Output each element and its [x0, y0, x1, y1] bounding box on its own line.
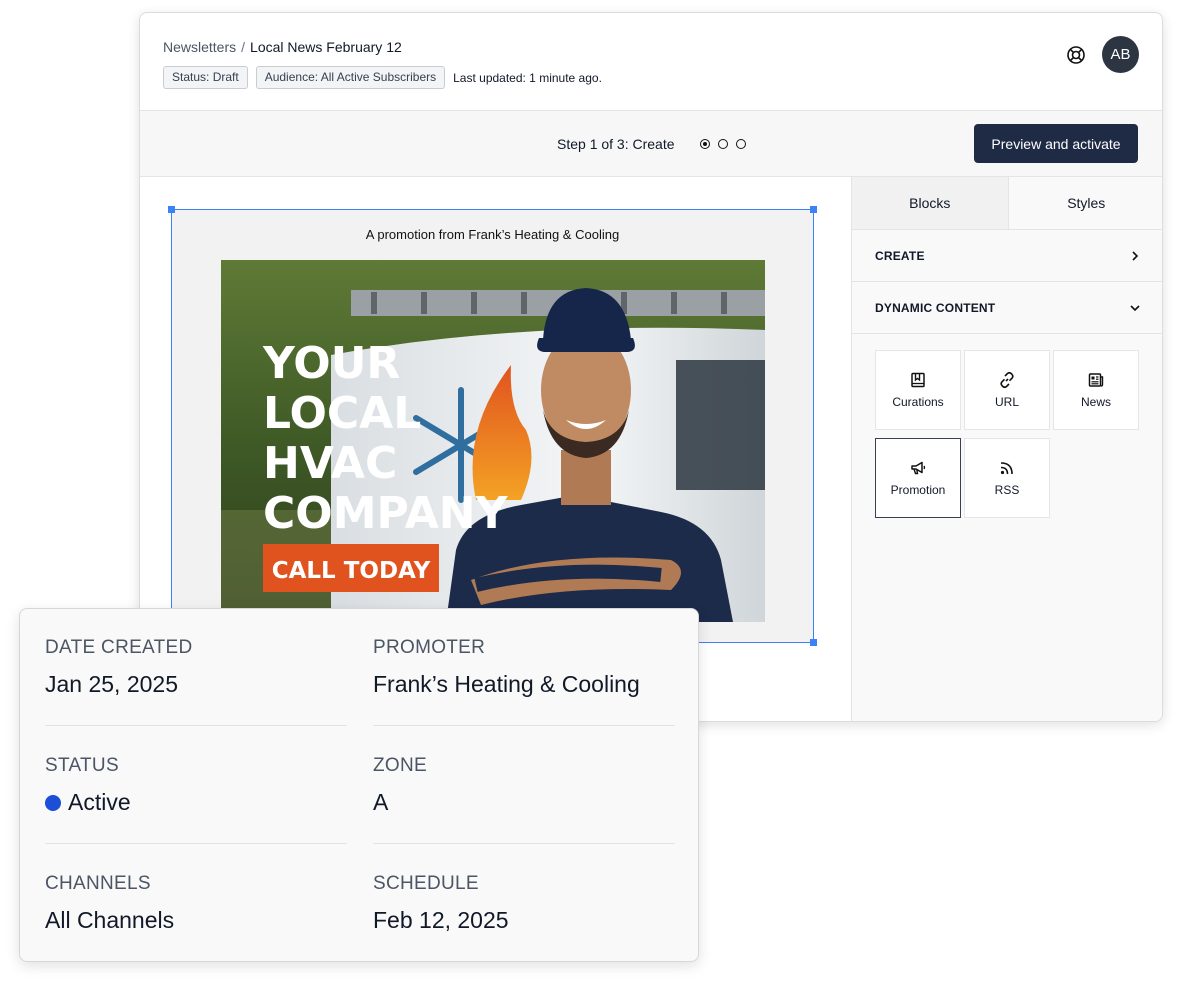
divider — [373, 843, 675, 844]
breadcrumb-separator: / — [241, 39, 246, 55]
zone-value: A — [373, 789, 389, 815]
section-create[interactable]: CREATE — [852, 230, 1162, 282]
divider — [373, 725, 675, 726]
newspaper-icon — [1088, 373, 1104, 387]
headline-line-4: COMPANY — [263, 488, 509, 539]
block-curations-label: Curations — [892, 395, 944, 409]
field-zone: ZONE A — [373, 755, 675, 816]
schedule-label: SCHEDULE — [373, 873, 479, 894]
step-dot-3[interactable] — [736, 139, 746, 149]
resize-handle-bottom-right[interactable] — [810, 639, 817, 646]
lifebuoy-icon[interactable] — [1066, 45, 1086, 65]
selected-promotion-block[interactable]: A promotion from Frank’s Heating & Cooli… — [168, 206, 817, 646]
breadcrumb-current-page: Local News February 12 — [250, 39, 402, 55]
status-value: Active — [68, 789, 131, 815]
step-dot-1[interactable] — [700, 139, 710, 149]
channels-value: All Channels — [45, 907, 175, 933]
tab-blocks[interactable]: Blocks — [852, 177, 1009, 229]
field-status: STATUS Active — [45, 755, 347, 816]
status-label: STATUS — [45, 755, 119, 776]
block-curations[interactable]: Curations — [875, 350, 961, 430]
status-active-dot-icon — [45, 794, 61, 811]
field-promoter: PROMOTER Frank’s Heating & Cooling — [373, 637, 675, 698]
schedule-value: Feb 12, 2025 — [373, 907, 509, 933]
promoter-label: PROMOTER — [373, 637, 486, 658]
block-rss[interactable]: RSS — [964, 438, 1050, 518]
headline-line-2: LOCAL — [263, 388, 421, 439]
status-badge: Status: Draft — [163, 66, 248, 89]
block-news[interactable]: News — [1053, 350, 1139, 430]
cta-text: CALL TODAY — [272, 558, 431, 584]
divider — [45, 725, 347, 726]
user-avatar[interactable]: AB — [1102, 36, 1139, 73]
divider — [45, 843, 347, 844]
section-create-title: CREATE — [875, 248, 925, 263]
block-rss-label: RSS — [994, 483, 1020, 497]
step-indicator — [700, 139, 746, 149]
editor-header: Newsletters / Local News February 12 Sta… — [140, 13, 1162, 111]
block-news-label: News — [1080, 395, 1111, 409]
field-schedule: SCHEDULE Feb 12, 2025 — [373, 873, 675, 934]
breadcrumb: Newsletters / Local News February 12 — [163, 39, 402, 55]
bookmark-book-icon — [911, 372, 925, 388]
rss-icon — [1000, 462, 1013, 475]
date-created-value: Jan 25, 2025 — [45, 671, 179, 697]
headline-line-1: YOUR — [262, 338, 400, 389]
newsletter-meta: Status: Draft Audience: All Active Subsc… — [163, 66, 602, 89]
section-dynamic-content-title: DYNAMIC CONTENT — [875, 300, 996, 315]
section-dynamic-content[interactable]: DYNAMIC CONTENT — [852, 282, 1162, 334]
last-updated-text: Last updated: 1 minute ago. — [453, 70, 602, 85]
audience-badge[interactable]: Audience: All Active Subscribers — [255, 66, 446, 89]
step-dot-2[interactable] — [718, 139, 728, 149]
block-url[interactable]: URL — [964, 350, 1050, 430]
zone-label: ZONE — [373, 755, 427, 776]
block-url-label: URL — [994, 395, 1019, 409]
promoter-value: Frank’s Heating & Cooling — [373, 671, 640, 697]
link-icon — [1000, 371, 1014, 389]
date-created-label: DATE CREATED — [45, 637, 193, 658]
status-value-row: Active — [45, 789, 347, 816]
preview-and-activate-button[interactable]: Preview and activate — [974, 124, 1138, 163]
blocks-sidebar: Blocks Styles CREATE DYNAMIC CONTENT Cur… — [851, 177, 1163, 721]
chevron-down-icon — [1130, 304, 1140, 311]
headline-line-3: HVAC — [263, 438, 397, 489]
chevron-right-icon — [1132, 250, 1139, 261]
sidebar-tabs: Blocks Styles — [852, 177, 1163, 230]
block-promotion-label: Promotion — [890, 483, 946, 497]
promotion-hero-image: YOUR LOCAL HVAC COMPANY CALL TODAY — [221, 260, 765, 622]
block-promotion[interactable]: Promotion — [875, 438, 961, 518]
step-label: Step 1 of 3: Create — [557, 136, 675, 152]
promotion-details-card: DATE CREATED Jan 25, 2025 PROMOTER Frank… — [19, 608, 699, 962]
resize-handle-top-right[interactable] — [810, 206, 817, 213]
megaphone-icon — [911, 461, 926, 475]
resize-handle-top-left[interactable] — [168, 206, 175, 213]
tab-styles[interactable]: Styles — [1009, 177, 1163, 229]
channels-label: CHANNELS — [45, 873, 151, 894]
breadcrumb-newsletters-link[interactable]: Newsletters — [163, 39, 236, 55]
field-date-created: DATE CREATED Jan 25, 2025 — [45, 637, 347, 698]
field-channels: CHANNELS All Channels — [45, 873, 347, 934]
promotion-sponsor-line: A promotion from Frank’s Heating & Cooli… — [365, 227, 620, 242]
step-bar: Step 1 of 3: Create Preview and activate — [140, 111, 1162, 177]
